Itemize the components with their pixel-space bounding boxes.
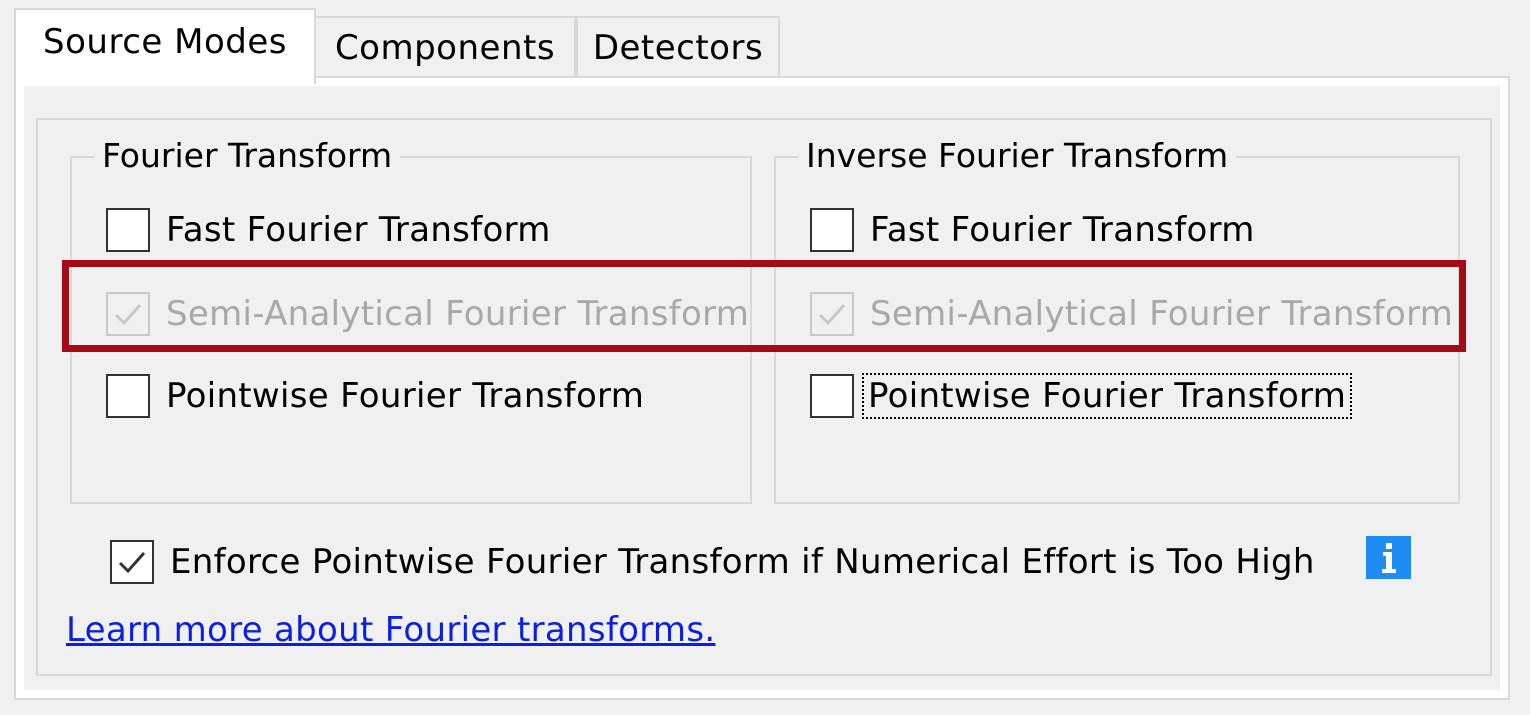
- inverse-fft-option[interactable]: Fast Fourier Transform: [810, 208, 1255, 252]
- fourier-transform-group-title: Fourier Transform: [94, 139, 401, 172]
- inverse-semi-analytical-option: Semi-Analytical Fourier Transform: [810, 292, 1453, 336]
- learn-more-link[interactable]: Learn more about Fourier transforms.: [66, 610, 715, 650]
- inverse-fft-checkbox[interactable]: [810, 208, 854, 252]
- enforce-pointwise-option[interactable]: Enforce Pointwise Fourier Transform if N…: [110, 540, 1315, 584]
- fourier-pointwise-option[interactable]: Pointwise Fourier Transform: [106, 374, 644, 418]
- fourier-semi-analytical-checkbox: [106, 292, 150, 336]
- fourier-semi-analytical-option: Semi-Analytical Fourier Transform: [106, 292, 749, 336]
- inverse-fourier-transform-group-title: Inverse Fourier Transform: [798, 139, 1237, 172]
- fourier-pointwise-label: Pointwise Fourier Transform: [166, 376, 645, 416]
- tab-detectors-label: Detectors: [592, 28, 764, 68]
- checkmark-icon: [118, 552, 146, 574]
- fourier-fft-label: Fast Fourier Transform: [166, 210, 551, 250]
- source-modes-dialog: Source Modes Components Detectors Fourie…: [0, 0, 1530, 715]
- info-glyph: [1381, 542, 1396, 573]
- inverse-pointwise-option[interactable]: Pointwise Fourier Transform: [810, 373, 1353, 419]
- enforce-pointwise-label: Enforce Pointwise Fourier Transform if N…: [170, 542, 1315, 582]
- tab-components-label: Components: [334, 28, 556, 68]
- fourier-fft-checkbox[interactable]: [106, 208, 150, 252]
- fourier-pointwise-checkbox[interactable]: [106, 374, 150, 418]
- checkmark-icon: [818, 304, 846, 326]
- inverse-semi-analytical-label: Semi-Analytical Fourier Transform: [870, 294, 1454, 334]
- tab-detectors[interactable]: Detectors: [576, 16, 780, 78]
- inverse-fft-label: Fast Fourier Transform: [870, 210, 1255, 250]
- tab-source-modes[interactable]: Source Modes: [14, 8, 316, 84]
- info-icon[interactable]: [1366, 536, 1411, 579]
- checkmark-icon: [114, 304, 142, 326]
- inverse-semi-analytical-checkbox: [810, 292, 854, 336]
- fourier-fft-option[interactable]: Fast Fourier Transform: [106, 208, 551, 252]
- inverse-pointwise-label: Pointwise Fourier Transform: [861, 373, 1353, 419]
- inverse-pointwise-checkbox[interactable]: [810, 374, 854, 418]
- tab-components[interactable]: Components: [314, 16, 576, 78]
- enforce-pointwise-checkbox[interactable]: [110, 540, 154, 584]
- fourier-semi-analytical-label: Semi-Analytical Fourier Transform: [166, 294, 750, 334]
- tab-source-modes-label: Source Modes: [43, 22, 287, 62]
